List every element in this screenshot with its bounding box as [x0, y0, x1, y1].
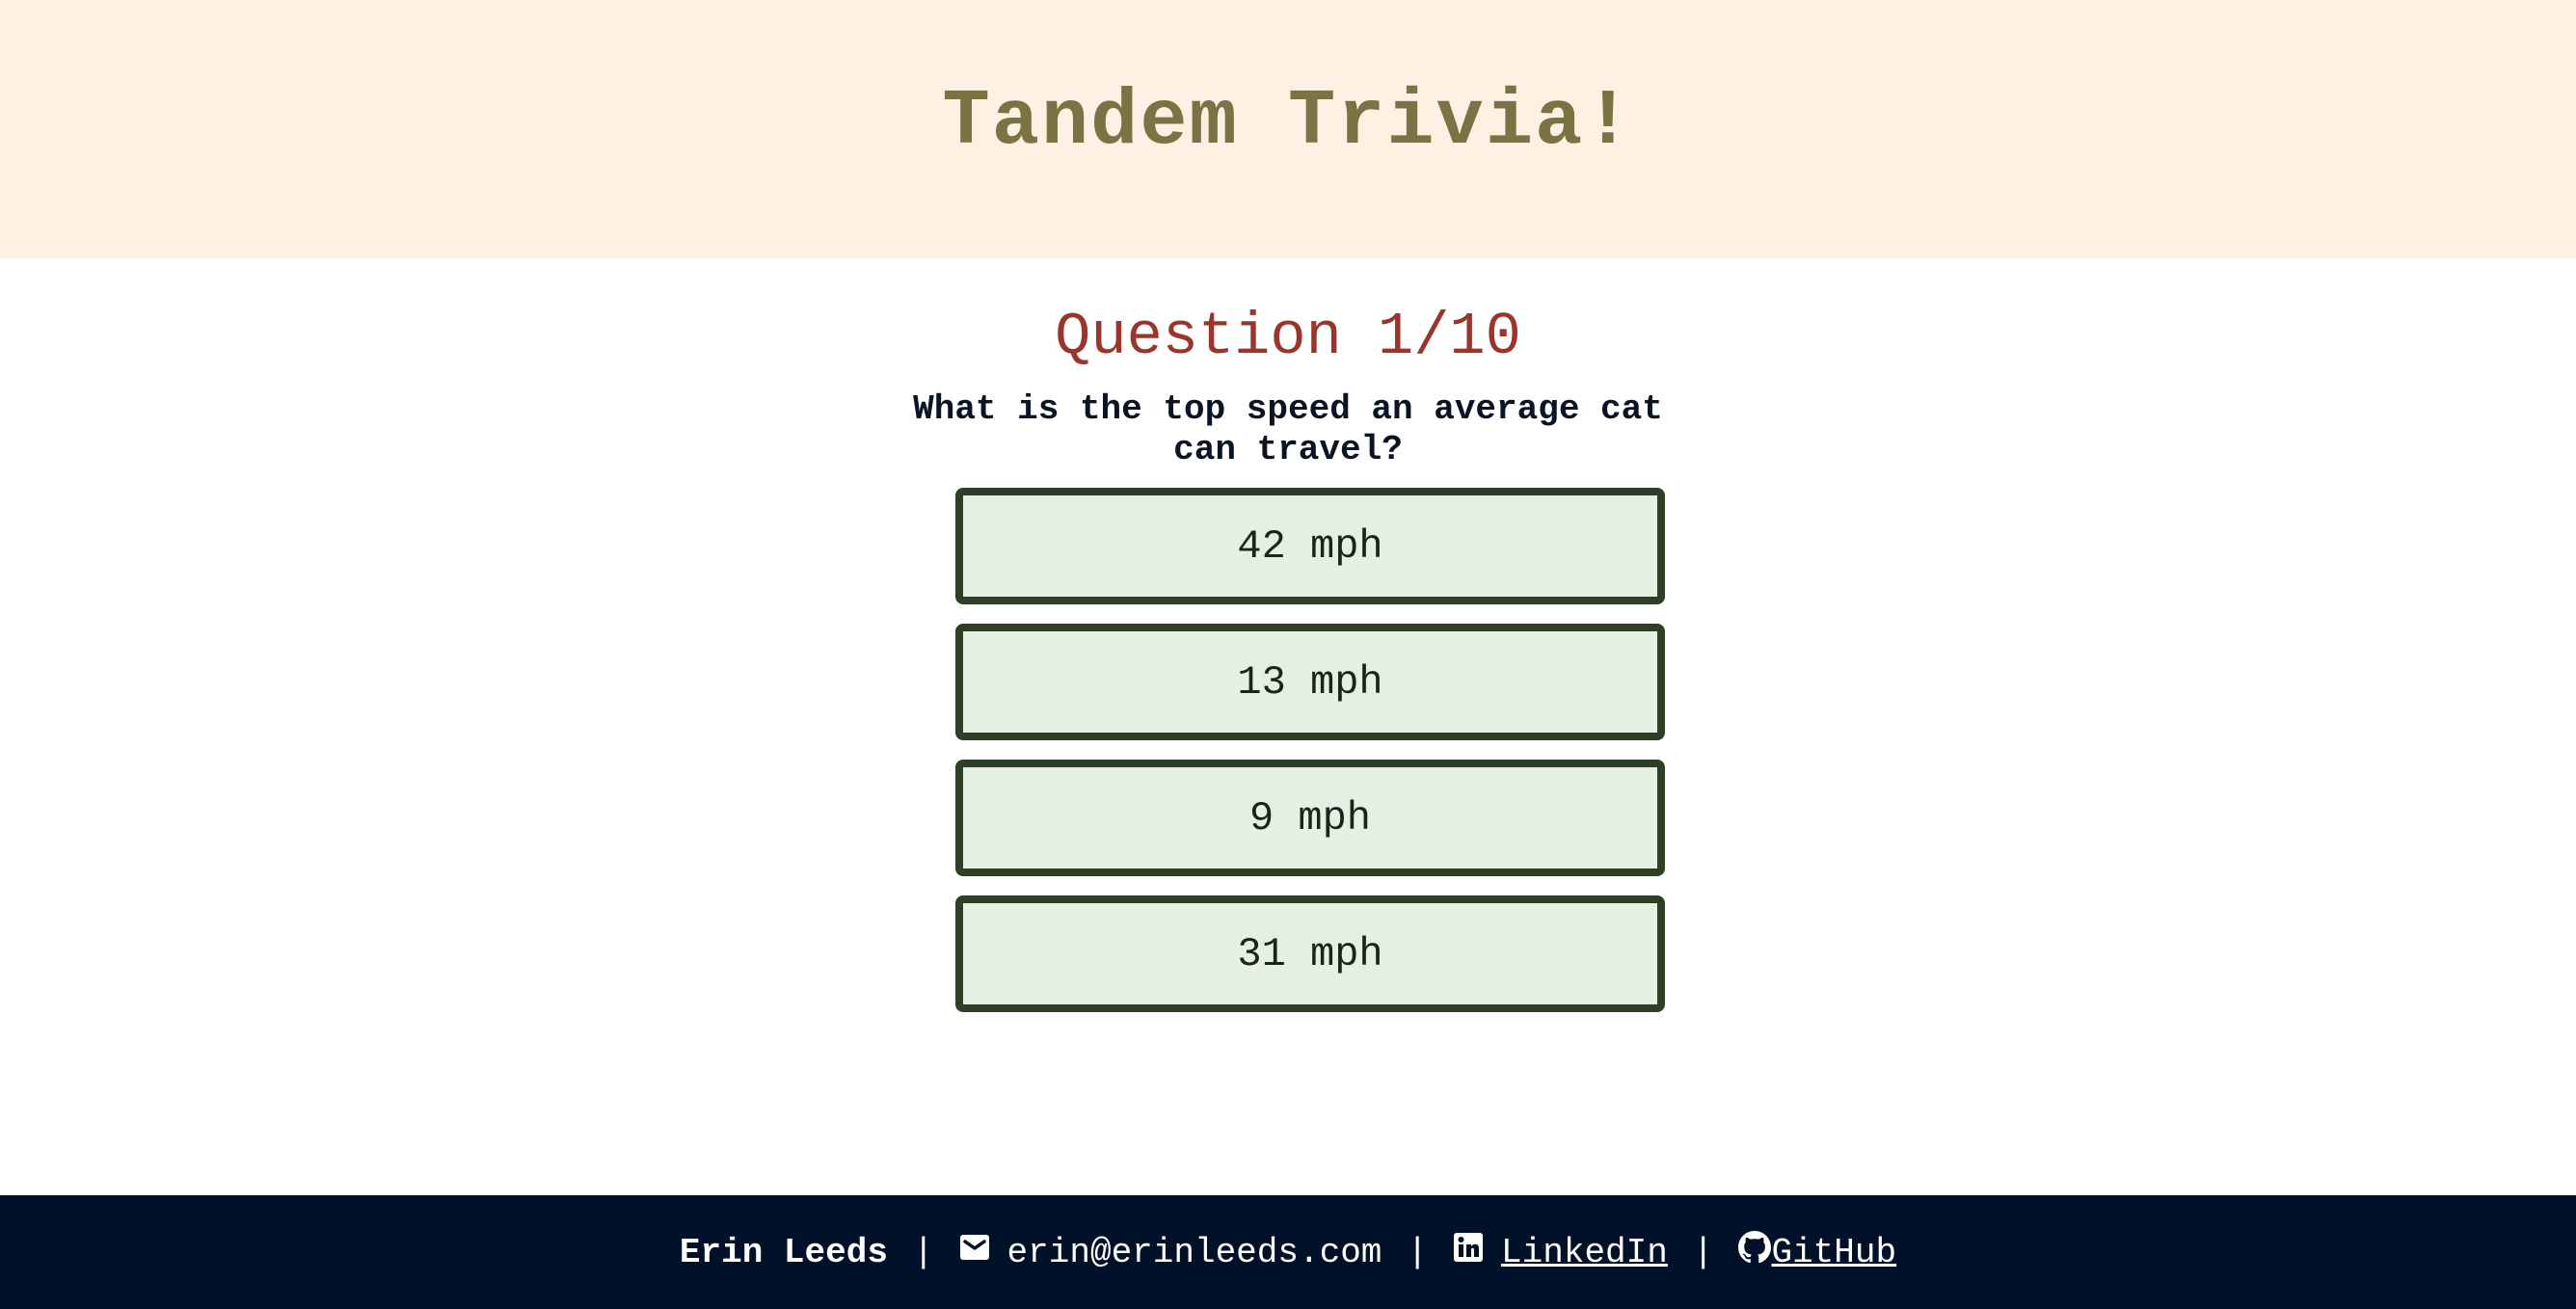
email-address: erin@erinleeds.com — [1006, 1232, 1382, 1272]
linkedin-contact: LinkedIn — [1453, 1232, 1668, 1273]
header: Tandem Trivia! — [0, 0, 2576, 258]
github-icon — [1738, 1230, 1772, 1274]
quiz-area: Question 1/10 What is the top speed an a… — [0, 258, 2576, 1195]
question-text: What is the top speed an average cat can… — [913, 389, 1663, 470]
author-name: Erin Leeds — [679, 1232, 888, 1272]
page: Tandem Trivia! Question 1/10 What is the… — [0, 0, 2576, 1309]
answer-button-2[interactable]: 13 mph — [955, 624, 1665, 741]
linkedin-icon — [1453, 1232, 1484, 1273]
footer-separator: | — [1407, 1232, 1429, 1272]
mail-icon — [959, 1232, 990, 1273]
answer-button-1[interactable]: 42 mph — [955, 488, 1665, 605]
linkedin-link[interactable]: LinkedIn — [1501, 1233, 1668, 1272]
footer: Erin Leeds | erin@erinleeds.com | Linked… — [0, 1195, 2576, 1309]
answer-list: 42 mph 13 mph 9 mph 31 mph — [955, 488, 1665, 1013]
question-counter: Question 1/10 — [1055, 303, 1521, 371]
email-contact: erin@erinleeds.com — [959, 1232, 1382, 1273]
app-title: Tandem Trivia! — [942, 76, 1634, 167]
footer-separator: | — [1692, 1232, 1714, 1272]
github-contact: GitHub — [1738, 1230, 1896, 1274]
footer-separator: | — [912, 1232, 934, 1272]
answer-button-4[interactable]: 31 mph — [955, 895, 1665, 1013]
answer-button-3[interactable]: 9 mph — [955, 760, 1665, 877]
github-link[interactable]: GitHub — [1771, 1233, 1896, 1272]
